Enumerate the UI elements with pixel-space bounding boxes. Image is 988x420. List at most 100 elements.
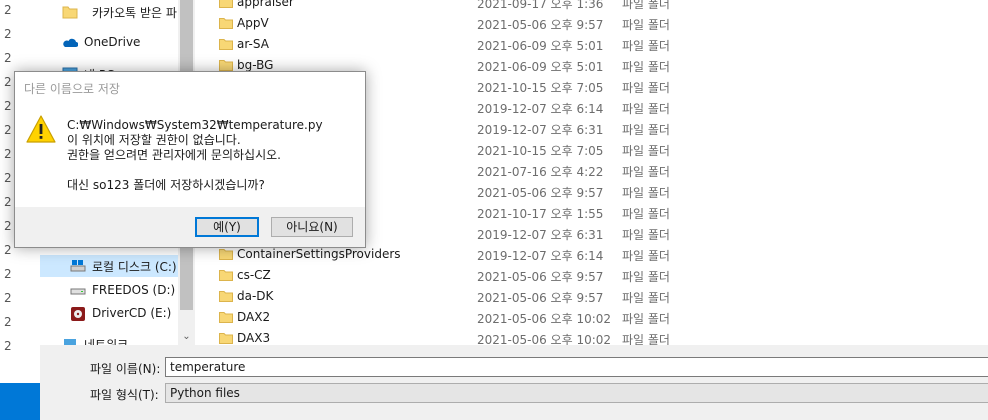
save-options-panel: 파일 이름(N): temperature 파일 형식(T): Python f… xyxy=(40,345,988,420)
nav-item-kakaotalk-folder[interactable]: 카카오톡 받은 파 xyxy=(40,1,178,23)
background-row-number: 2 xyxy=(4,171,12,185)
file-date: 2021-05-06 오후 9:57 xyxy=(477,291,604,305)
filetype-label: 파일 형식(T): xyxy=(90,388,159,402)
nav-item-drivercd-e[interactable]: DriverCD (E:) xyxy=(40,303,178,325)
dialog-message-line: 권한을 얻으려면 관리자에게 문의하십시오. xyxy=(67,148,281,162)
file-name: ar-SA xyxy=(237,37,269,51)
file-name: cs-CZ xyxy=(237,268,271,282)
file-type: 파일 폴더 xyxy=(622,291,670,305)
folder-icon xyxy=(219,249,233,260)
file-type: 파일 폴더 xyxy=(622,249,670,263)
onedrive-icon xyxy=(63,38,78,47)
file-row[interactable]: cs-CZ 2021-05-06 오후 9:57 파일 폴더 xyxy=(195,265,988,287)
background-row-number: 2 xyxy=(4,147,12,161)
background-row-number: 2 xyxy=(4,339,12,353)
folder-icon xyxy=(219,312,233,323)
file-date: 2021-05-06 오후 9:57 xyxy=(477,270,604,284)
background-row-number: 2 xyxy=(4,75,12,89)
drive-icon xyxy=(70,288,86,295)
folder-icon xyxy=(219,291,233,302)
folder-icon xyxy=(219,18,233,29)
file-name: DAX3 xyxy=(237,331,271,345)
dialog-question-line: 대신 so123 폴더에 저장하시겠습니까? xyxy=(67,178,265,192)
background-row-number: 2 xyxy=(4,3,12,17)
taskbar-accent xyxy=(0,383,40,420)
nav-item-onedrive[interactable]: OneDrive xyxy=(40,32,178,54)
file-name: DAX2 xyxy=(237,310,271,324)
file-date: 2021-10-15 오후 7:05 xyxy=(477,144,604,158)
file-type: 파일 폴더 xyxy=(622,18,670,32)
file-row[interactable]: ar-SA 2021-06-09 오후 5:01 파일 폴더 xyxy=(195,34,988,56)
save-as-permission-dialog: 다른 이름으로 저장 C:₩Windows₩System32₩temperatu… xyxy=(14,71,366,248)
background-row-number: 2 xyxy=(4,27,12,41)
dialog-message-spacer xyxy=(67,163,323,178)
folder-icon xyxy=(62,6,78,19)
background-row-number: 2 xyxy=(4,243,12,257)
filename-label: 파일 이름(N): xyxy=(90,362,161,376)
file-date: 2019-12-07 오후 6:31 xyxy=(477,123,604,137)
background-row-number: 2 xyxy=(4,99,12,113)
background-row-number: 2 xyxy=(4,267,12,281)
file-date: 2021-09-17 오후 1:36 xyxy=(477,0,604,11)
yes-button[interactable]: 예(Y) xyxy=(195,217,259,237)
file-type: 파일 폴더 xyxy=(622,207,670,221)
warning-icon xyxy=(26,115,56,143)
nav-item-label: FREEDOS (D:) xyxy=(92,283,176,297)
nav-item-freedos-d[interactable]: FREEDOS (D:) xyxy=(40,280,178,302)
file-name: da-DK xyxy=(237,289,274,303)
dialog-path-line: C:₩Windows₩System32₩temperature.py xyxy=(67,118,323,132)
file-date: 2021-05-06 오후 10:02 xyxy=(477,312,612,326)
filetype-select[interactable]: Python files xyxy=(165,383,988,403)
file-date: 2019-12-07 오후 6:31 xyxy=(477,228,604,242)
file-date: 2021-05-06 오후 9:57 xyxy=(477,18,604,32)
file-row[interactable]: appraiser 2021-09-17 오후 1:36 파일 폴더 xyxy=(195,0,988,14)
file-date: 2021-06-09 오후 5:01 xyxy=(477,39,604,53)
file-type: 파일 폴더 xyxy=(622,144,670,158)
nav-item-label: OneDrive xyxy=(84,35,141,49)
file-date: 2021-05-06 오후 9:57 xyxy=(477,186,604,200)
file-date: 2019-12-07 오후 6:14 xyxy=(477,102,604,116)
dialog-message: C:₩Windows₩System32₩temperature.py 이 위치에… xyxy=(67,118,323,193)
file-type: 파일 폴더 xyxy=(622,81,670,95)
file-type: 파일 폴더 xyxy=(622,102,670,116)
folder-icon xyxy=(219,60,233,71)
drive-icon xyxy=(70,260,86,272)
file-name: bg-BG xyxy=(237,58,274,72)
file-row[interactable]: DAX2 2021-05-06 오후 10:02 파일 폴더 xyxy=(195,307,988,329)
file-type: 파일 폴더 xyxy=(622,123,670,137)
file-row[interactable]: da-DK 2021-05-06 오후 9:57 파일 폴더 xyxy=(195,286,988,308)
file-name: AppV xyxy=(237,16,269,30)
folder-icon xyxy=(219,0,233,8)
file-type: 파일 폴더 xyxy=(622,165,670,179)
background-row-number: 2 xyxy=(4,315,12,329)
file-type: 파일 폴더 xyxy=(622,0,670,11)
scroll-down-arrow-icon[interactable]: ⌄ xyxy=(178,328,195,345)
background-row-number: 2 xyxy=(4,123,12,137)
nav-item-label: DriverCD (E:) xyxy=(92,306,172,320)
nav-item-label: 카카오톡 받은 파 xyxy=(92,6,177,20)
background-row-number: 2 xyxy=(4,291,12,305)
file-date: 2021-06-09 오후 5:01 xyxy=(477,60,604,74)
background-row-number: 2 xyxy=(4,219,12,233)
dialog-title: 다른 이름으로 저장 xyxy=(24,82,120,96)
cd-drive-icon xyxy=(71,307,85,321)
file-name: appraiser xyxy=(237,0,294,9)
dialog-button-bar: 예(Y) 아니요(N) xyxy=(15,207,365,247)
file-type: 파일 폴더 xyxy=(622,60,670,74)
file-date: 2021-10-17 오후 1:55 xyxy=(477,207,604,221)
folder-icon xyxy=(219,333,233,344)
nav-item-local-disk-c[interactable]: 로컬 디스크 (C:) xyxy=(40,255,178,277)
file-type: 파일 폴더 xyxy=(622,39,670,53)
file-date: 2021-07-16 오후 4:22 xyxy=(477,165,604,179)
dialog-message-line: 이 위치에 저장할 권한이 없습니다. xyxy=(67,133,241,147)
background-row-number: 2 xyxy=(4,51,12,65)
folder-icon xyxy=(219,39,233,50)
file-type: 파일 폴더 xyxy=(622,228,670,242)
nav-item-label: 로컬 디스크 (C:) xyxy=(92,260,177,274)
no-button[interactable]: 아니요(N) xyxy=(271,217,353,237)
file-row[interactable]: AppV 2021-05-06 오후 9:57 파일 폴더 xyxy=(195,13,988,35)
filename-input[interactable]: temperature xyxy=(165,357,988,377)
file-type: 파일 폴더 xyxy=(622,270,670,284)
file-date: 2019-12-07 오후 6:14 xyxy=(477,249,604,263)
folder-icon xyxy=(219,270,233,281)
